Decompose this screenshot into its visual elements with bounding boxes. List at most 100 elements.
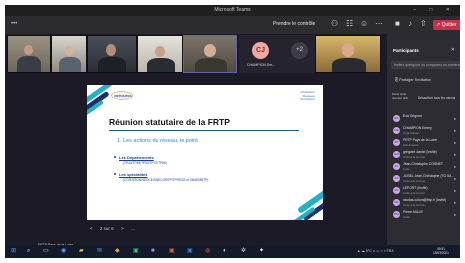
participant-row[interactable]: FP FRTP Pays de la Loire Présentateur ● [392, 138, 460, 148]
avatar: CE [393, 127, 400, 134]
participant-row[interactable]: JO JOSEL Jean-Christophe (TO 53... Invit… [392, 174, 460, 184]
avatar: LR [393, 187, 400, 194]
mic-icon: ● [453, 128, 456, 133]
share-icon[interactable]: ⇧ [420, 20, 427, 28]
avatar: FP [393, 139, 400, 146]
presentation-slide: RETRAITES Fédération Réseaux Territoriau… [87, 85, 323, 220]
participant-role: Invité [403, 214, 410, 219]
participant-row[interactable]: LR LEFORT (Invité) Invité à la réunion ● [392, 186, 460, 196]
participant-role: Présentateur [403, 142, 420, 147]
panel-title: Participants [393, 48, 419, 53]
task-view-icon[interactable]: ▭ [43, 248, 49, 255]
participants-icon[interactable]: ⚇ [331, 20, 338, 28]
participant-name: CHAMPION Em... [246, 63, 275, 67]
slide-more-button[interactable]: … [131, 226, 136, 231]
slide-title: Réunion statutaire de la FRTP [109, 117, 230, 127]
mic-icon: ● [453, 212, 456, 217]
mic-icon: ● [453, 200, 456, 205]
avatar: JO [393, 175, 400, 182]
participant-role: Organisateur [403, 130, 420, 135]
participant-name: Eva Grignon [403, 114, 422, 118]
more-icon[interactable]: ⋯ [375, 20, 383, 28]
store-icon[interactable]: ◆ [115, 248, 120, 255]
avatar: GD [393, 151, 400, 158]
app-icon[interactable]: ✦ [259, 248, 264, 255]
more-options-button[interactable]: ••• [11, 21, 17, 27]
video-tile-6[interactable] [315, 35, 381, 73]
video-tile-5[interactable] [183, 35, 237, 73]
participant-role: Invité à la réunion [403, 178, 426, 183]
participant-name: nicolas.colom@frtp.fr (Invité) [403, 198, 447, 202]
participant-row[interactable]: ES Eva Grignon ● [392, 114, 460, 124]
video-tile-2[interactable] [51, 35, 87, 73]
title-divider [109, 130, 299, 131]
word-icon[interactable]: ▣ [187, 248, 193, 255]
invite-input[interactable]: Invitez quelqu'un ou composez un numéro [391, 61, 460, 69]
participant-name: grégoire daniel (Invité) [403, 150, 437, 154]
window-controls[interactable]: – □ ✕ [413, 7, 456, 13]
app-icon[interactable]: ◐ [223, 248, 227, 255]
mic-icon: ● [453, 140, 456, 145]
participant-role: Invité à la réunion [403, 190, 426, 195]
slide-navigation: < 2 sur 6 > … [90, 226, 141, 231]
leave-button[interactable]: ↗ Quitter [433, 20, 460, 30]
participants-panel: Participants ✕ Invitez quelqu'un ou comp… [387, 34, 460, 245]
avatar: JC [393, 163, 400, 170]
participant-row[interactable]: PM Pierre MILLE Invité ● [392, 210, 460, 220]
settings-icon[interactable]: ✲ [241, 248, 246, 255]
overflow-tile[interactable]: +2 [283, 35, 315, 73]
more-participants-badge: +2 [291, 42, 308, 59]
mic-icon: ● [453, 188, 456, 193]
participant-role: Invité à la réunion [403, 154, 426, 159]
bullet-label: Les spécialités [119, 172, 148, 177]
take-control-button[interactable]: Prendre le contrôle [273, 21, 315, 27]
excel-icon[interactable]: ▣ [133, 248, 139, 255]
video-tile-1[interactable] [7, 35, 51, 73]
mute-all-button[interactable]: Désactiver tous les micros [418, 96, 455, 100]
system-tray[interactable]: ▲ ☁ 9°C ∧ ▭ ⌁ ≡ FRA [357, 249, 394, 253]
video-tile-4[interactable] [137, 35, 183, 73]
close-icon[interactable]: ✕ [451, 47, 455, 53]
participant-name: Jean-Christophe COSNET [403, 162, 443, 166]
camera-icon[interactable]: ■ [395, 20, 400, 28]
bullet-label: Les Départements [119, 155, 154, 160]
clock[interactable]: 09:51 15/03/2021 [433, 247, 449, 255]
mic-icon[interactable]: ♪ [408, 20, 412, 28]
file-explorer-icon[interactable]: ▰ [79, 248, 84, 255]
participant-row[interactable]: NC nicolas.colom@frtp.fr (Invité) Invité… [392, 198, 460, 208]
participant-name: FRTP Pays de la Loire [403, 138, 437, 142]
chrome-icon[interactable]: ◍ [205, 248, 210, 255]
participants-section-header[interactable]: Dans cette réunion (16) [392, 92, 416, 100]
participant-name: JOSEL Jean-Christophe (TO 53... [403, 174, 454, 178]
slide-subtitle: 1. Les actions du réseau, le point [117, 138, 198, 144]
participant-row[interactable]: JC Jean-Christophe COSNET Invité ● [392, 162, 460, 172]
mail-icon[interactable]: ✉ [97, 248, 102, 255]
edge-icon[interactable]: ◉ [61, 248, 66, 255]
share-invite-button[interactable]: ⎘ Partager l'invitation [395, 78, 431, 82]
reactions-icon[interactable]: ☺ [360, 20, 368, 28]
mic-icon: ● [453, 152, 456, 157]
next-slide-button[interactable]: > [121, 226, 124, 231]
mic-icon: ● [453, 176, 456, 181]
avatar: CJ [252, 42, 269, 59]
windows-taskbar: ⊞ ⌕ ▭ ◉ ▰ ✉ ◆ ▣ ■ ▣ ▣ ◍ ◐ ✲ ✦ ▲ ☁ 9°C ∧ … [5, 245, 460, 258]
mic-icon: ● [453, 164, 456, 169]
powerpoint-icon[interactable]: ▣ [169, 248, 175, 255]
participant-tile-cj[interactable]: CJ CHAMPION Em... [239, 35, 283, 73]
previous-slide-button[interactable]: < [90, 226, 93, 231]
bullet-detail: (CGR/SRDN/SEDCE/SNECOREP/TPRESS et SNAEM… [123, 178, 209, 182]
bullet-dot [114, 156, 116, 158]
participant-row[interactable]: GD grégoire daniel (Invité) Invité à la … [392, 150, 460, 160]
participant-role: Invité à la réunion [403, 202, 426, 207]
title-bar: Microsoft Teams – □ ✕ [5, 5, 460, 16]
windows-start-icon[interactable]: ⊞ [11, 248, 16, 255]
avatar: PM [393, 211, 400, 218]
participant-row[interactable]: CE CHAMPION Emmy Organisateur ● [392, 126, 460, 136]
avatar: ES [393, 115, 400, 122]
search-icon[interactable]: ⌕ [27, 248, 30, 255]
teams-icon[interactable]: ■ [151, 248, 155, 255]
frtp-logo: RETRAITES [111, 91, 133, 100]
chat-icon[interactable]: ☷ [346, 20, 353, 28]
meeting-toolbar: ••• Prendre le contrôle ⚇ ☷ ☺ ⋯ ■ ♪ ⇧ ↗ … [5, 16, 460, 34]
video-tile-3[interactable] [87, 35, 137, 73]
